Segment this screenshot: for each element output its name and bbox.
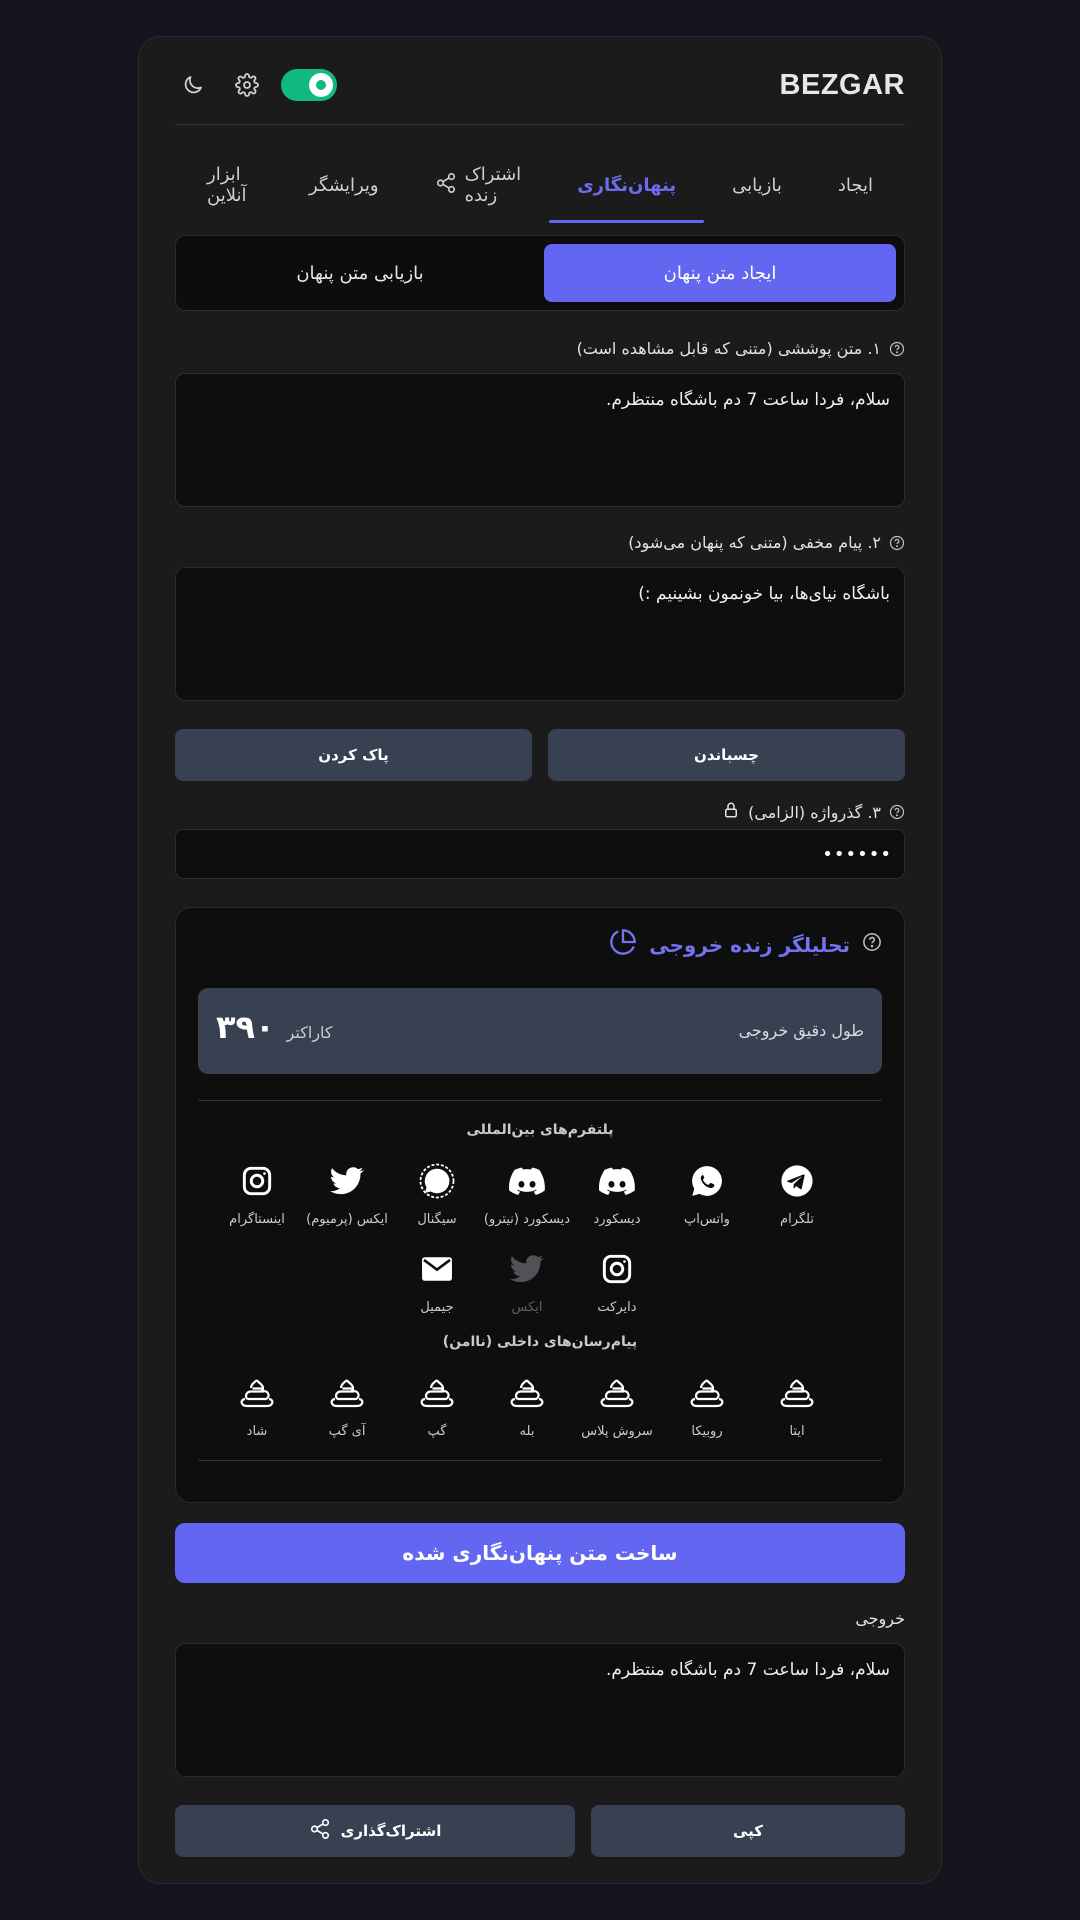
platform-igap: آی گپ	[302, 1372, 392, 1439]
tab-editor[interactable]: ویرایشگر	[281, 155, 407, 215]
mode-subtabs: ایجاد متن پنهان بازیابی متن پنهان	[175, 235, 905, 311]
share-icon	[435, 172, 457, 199]
whatsapp-icon	[662, 1160, 752, 1202]
domestic-title: پیام‌رسان‌های داخلی (ناامن)	[442, 1334, 638, 1350]
cover-text-input[interactable]: سلام، فردا ساعت 7 دم باشگاه منتظرم.	[175, 373, 905, 507]
clear-button[interactable]: پاک کردن	[175, 729, 532, 781]
password-input[interactable]: ••••••	[175, 829, 905, 879]
platform-shad: شاد	[212, 1372, 302, 1439]
pie-chart-icon	[609, 928, 637, 961]
main-card: BEZGAR ایجاد بازیابی پنهان‌نگاری اشتراک …	[138, 36, 942, 1884]
platform-rubika: روبیکا	[662, 1372, 752, 1439]
share-button[interactable]: اشتراک‌گذاری	[175, 1805, 575, 1857]
platform-x-premium: ایکس (پرمیوم)	[302, 1160, 392, 1227]
platform-soroush-plus: سروش پلاس	[572, 1372, 662, 1439]
platform-bale: بله	[482, 1372, 572, 1439]
instagram-icon	[572, 1248, 662, 1290]
gear-icon[interactable]	[229, 67, 265, 103]
platform-eitaa: ایتا	[752, 1372, 842, 1439]
discord-icon	[572, 1160, 662, 1202]
mode-toggle[interactable]	[281, 69, 337, 101]
help-icon[interactable]	[889, 804, 905, 820]
help-icon[interactable]	[862, 932, 882, 957]
instagram-icon	[212, 1160, 302, 1202]
output-length-box: طول دقیق خروجی ۳۹۰ کاراکتر	[198, 988, 882, 1074]
tab-recover[interactable]: بازیابی	[704, 155, 810, 215]
output-text[interactable]: سلام، فردا ساعت 7 دم باشگاه منتظرم.	[175, 1643, 905, 1777]
platform-discord-nitro: دیسکورد (نیترو)	[482, 1160, 572, 1227]
help-icon[interactable]	[889, 341, 905, 357]
platform-x: ایکس	[482, 1248, 572, 1315]
poop-icon	[212, 1372, 302, 1414]
output-length-label: طول دقیق خروجی	[738, 1021, 864, 1040]
twitter-icon	[302, 1160, 392, 1202]
help-icon[interactable]	[889, 535, 905, 551]
share-icon	[309, 1818, 331, 1844]
output-length-unit: کاراکتر	[286, 1023, 333, 1042]
mail-icon	[392, 1248, 482, 1290]
platform-signal: سیگنال	[392, 1160, 482, 1227]
platform-gmail: جیمیل	[392, 1248, 482, 1315]
share-button-label: اشتراک‌گذاری	[340, 1822, 442, 1840]
platform-instagram: اینستاگرام	[212, 1160, 302, 1227]
copy-button[interactable]: کپی	[591, 1805, 905, 1857]
secret-text-input[interactable]: باشگاه نیای‌ها، بیا خونمون بشینیم :)	[175, 567, 905, 701]
poop-icon	[752, 1372, 842, 1414]
secret-label: ۲. پیام مخفی (متنی که پنهان می‌شود)	[628, 533, 905, 552]
signal-icon	[392, 1160, 482, 1202]
international-title: پلتفرم‌های بین‌المللی	[466, 1122, 614, 1138]
paste-button[interactable]: چسباندن	[548, 729, 905, 781]
divider	[198, 1460, 882, 1461]
password-label: ۳. گذرواژه (الزامی)	[722, 801, 905, 823]
output-analyzer: تحلیلگر زنده خروجی طول دقیق خروجی ۳۹۰ کا…	[175, 907, 905, 1503]
cover-label: ۱. متن پوششی (متنی که قابل مشاهده است)	[577, 339, 905, 358]
poop-icon	[572, 1372, 662, 1414]
tab-steganography[interactable]: پنهان‌نگاری	[549, 155, 705, 223]
poop-icon	[662, 1372, 752, 1414]
brand-logo: BEZGAR	[779, 69, 905, 101]
lock-icon	[722, 801, 740, 823]
tab-online-tools[interactable]: ابزار آنلاین	[179, 155, 281, 215]
divider	[198, 1100, 882, 1101]
output-length-value: ۳۹۰	[216, 1008, 275, 1046]
platform-whatsapp: واتس‌اپ	[662, 1160, 752, 1227]
moon-icon[interactable]	[175, 67, 211, 103]
platform-gap: گپ	[392, 1372, 482, 1439]
subtab-recover-hidden[interactable]: بازیابی متن پنهان	[184, 244, 536, 302]
twitter-icon	[482, 1248, 572, 1290]
analyzer-title: تحلیلگر زنده خروجی	[609, 928, 882, 961]
subtab-create-hidden[interactable]: ایجاد متن پنهان	[544, 244, 896, 302]
tab-create[interactable]: ایجاد	[810, 155, 901, 215]
platform-telegram: تلگرام	[752, 1160, 842, 1227]
telegram-icon	[752, 1160, 842, 1202]
build-steganography-button[interactable]: ساخت متن پنهان‌نگاری شده	[175, 1523, 905, 1583]
output-label: خروجی	[855, 1609, 905, 1628]
platform-direct: دایرکت	[572, 1248, 662, 1315]
platform-discord: دیسکورد	[572, 1160, 662, 1227]
main-tabs: ایجاد بازیابی پنهان‌نگاری اشتراک زنده وی…	[175, 155, 905, 247]
poop-icon	[302, 1372, 392, 1414]
tab-live-share[interactable]: اشتراک زنده	[407, 155, 550, 215]
header-divider	[175, 124, 905, 125]
discord-icon	[482, 1160, 572, 1202]
poop-icon	[392, 1372, 482, 1414]
poop-icon	[482, 1372, 572, 1414]
